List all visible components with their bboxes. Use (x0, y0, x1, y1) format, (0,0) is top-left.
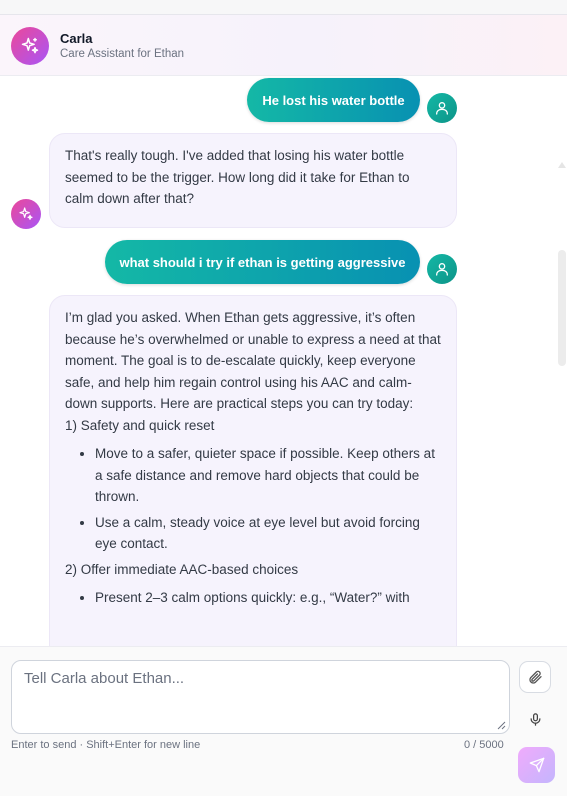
assistant-message: I’m glad you asked. When Ethan gets aggr… (49, 295, 457, 646)
scrollbar-thumb[interactable] (558, 250, 566, 366)
user-icon (436, 263, 448, 276)
attach-button[interactable] (519, 661, 551, 693)
user-message: what should i try if ethan is getting ag… (105, 240, 420, 284)
assistant-subtitle: Care Assistant for Ethan (60, 48, 185, 60)
microphone-icon (530, 712, 540, 726)
message-input[interactable] (12, 661, 509, 733)
chat-header: Carla Care Assistant for Ethan (0, 14, 567, 76)
sparkle-icon (19, 207, 33, 220)
resize-grip-icon[interactable] (497, 721, 506, 730)
assistant-message: That's really tough. I've added that los… (49, 133, 457, 228)
bullet-list: Present 2–3 calm options quickly: e.g., … (65, 587, 441, 609)
sparkle-icon (21, 37, 39, 54)
list-item: Use a calm, steady voice at eye level bu… (95, 512, 441, 555)
message-list[interactable]: He lost his water bottle That's really t… (0, 76, 567, 646)
assistant-name: Carla (60, 31, 93, 46)
scroll-up-arrow-icon[interactable] (558, 162, 566, 168)
user-avatar (427, 93, 457, 123)
section-title: 1) Safety and quick reset (65, 417, 215, 433)
carla-message-avatar (11, 199, 41, 229)
send-icon (529, 757, 544, 773)
voice-input-button[interactable] (519, 703, 551, 735)
section-title: 2) Offer immediate AAC-based choices (65, 561, 299, 577)
assistant-message-text: That's really tough. I've added that los… (65, 148, 410, 206)
send-button[interactable] (518, 747, 555, 783)
carla-avatar (11, 27, 49, 65)
message-input-wrapper (11, 660, 510, 734)
paperclip-icon (529, 670, 542, 684)
user-icon (436, 102, 448, 115)
user-message: He lost his water bottle (247, 78, 420, 122)
composer: Enter to send · Shift+Enter for new line… (0, 646, 567, 796)
bullet-list: Move to a safer, quieter space if possib… (65, 443, 441, 555)
assistant-message-intro: I’m glad you asked. When Ethan gets aggr… (65, 310, 441, 411)
character-counter: 0 / 5000 (464, 739, 504, 751)
list-item: Move to a safer, quieter space if possib… (95, 443, 441, 508)
user-avatar (427, 254, 457, 284)
list-item: Present 2–3 calm options quickly: e.g., … (95, 587, 441, 609)
input-hint: Enter to send · Shift+Enter for new line (11, 739, 201, 751)
scrollbar[interactable] (557, 160, 567, 646)
